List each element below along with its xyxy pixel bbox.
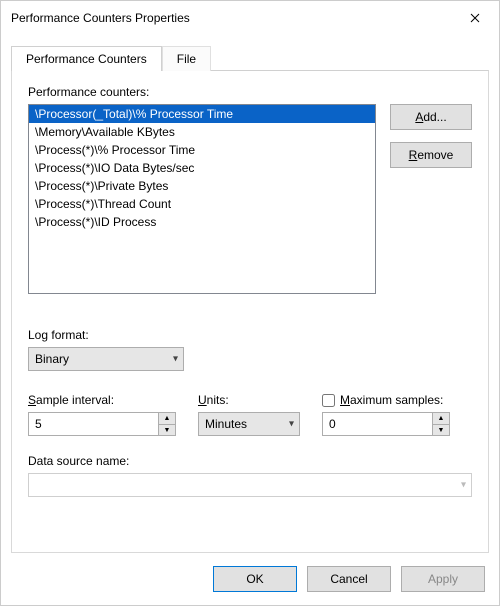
log-format-label: Log format: — [28, 328, 184, 342]
list-item[interactable]: \Process(*)\ID Process — [29, 213, 375, 231]
titlebar: Performance Counters Properties — [1, 1, 499, 35]
list-item[interactable]: \Process(*)\IO Data Bytes/sec — [29, 159, 375, 177]
data-source-input[interactable] — [28, 473, 472, 497]
window-title: Performance Counters Properties — [11, 11, 453, 25]
dialog-footer: OK Cancel Apply — [1, 553, 499, 605]
apply-button[interactable]: Apply — [401, 566, 485, 592]
list-item[interactable]: \Memory\Available KBytes — [29, 123, 375, 141]
remove-button-suffix: emove — [417, 148, 453, 162]
counters-listbox[interactable]: \Processor(_Total)\% Processor Time\Memo… — [28, 104, 376, 294]
max-samples-down[interactable]: ▼ — [432, 424, 450, 436]
remove-button[interactable]: Remove — [390, 142, 472, 168]
sample-interval-input[interactable] — [28, 412, 158, 436]
counters-label: Performance counters: — [28, 85, 472, 99]
max-samples-up[interactable]: ▲ — [432, 412, 450, 424]
max-samples-checkbox[interactable] — [322, 394, 335, 407]
list-item[interactable]: \Process(*)\% Processor Time — [29, 141, 375, 159]
close-icon — [470, 13, 480, 23]
list-item[interactable]: \Process(*)\Thread Count — [29, 195, 375, 213]
close-button[interactable] — [453, 3, 497, 33]
tab-panel: Performance counters: \Processor(_Total)… — [11, 70, 489, 553]
dialog-window: Performance Counters Properties Performa… — [0, 0, 500, 606]
units-select[interactable]: Minutes — [198, 412, 300, 436]
sample-interval-label: Sample interval: — [28, 393, 176, 407]
max-samples-input[interactable] — [322, 412, 432, 436]
add-button[interactable]: Add... — [390, 104, 472, 130]
sample-interval-spinner[interactable]: ▲ ▼ — [28, 412, 176, 436]
max-samples-spinner[interactable]: ▲ ▼ — [322, 412, 472, 436]
list-item[interactable]: \Processor(_Total)\% Processor Time — [29, 105, 375, 123]
data-source-label: Data source name: — [28, 454, 472, 468]
log-format-select[interactable]: Binary — [28, 347, 184, 371]
add-button-suffix: dd... — [423, 110, 446, 124]
cancel-button[interactable]: Cancel — [307, 566, 391, 592]
tab-performance-counters[interactable]: Performance Counters — [11, 46, 162, 71]
sample-interval-down[interactable]: ▼ — [158, 424, 176, 436]
sample-interval-up[interactable]: ▲ — [158, 412, 176, 424]
ok-button[interactable]: OK — [213, 566, 297, 592]
tab-file[interactable]: File — [162, 46, 211, 71]
list-item[interactable]: \Process(*)\Private Bytes — [29, 177, 375, 195]
max-samples-label: Maximum samples: — [340, 393, 443, 407]
units-label: Units: — [198, 393, 300, 407]
tab-strip: Performance Counters File — [1, 35, 499, 70]
